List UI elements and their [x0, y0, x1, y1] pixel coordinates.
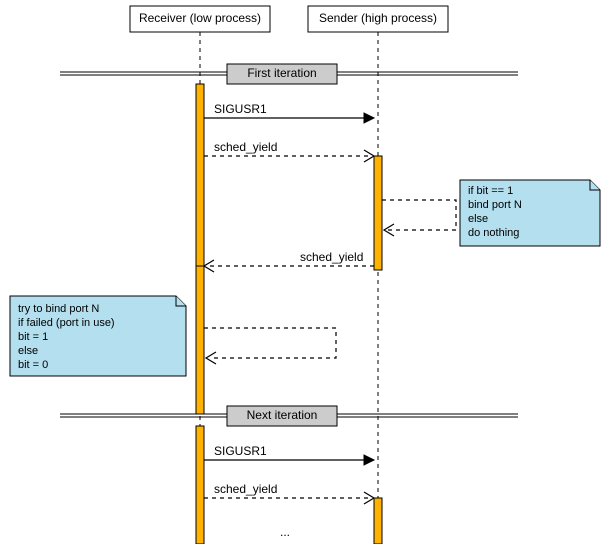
message-sched-yield-2: sched_yield: [204, 250, 374, 272]
activation-receiver-2: [196, 266, 204, 414]
self-message-receiver: [204, 328, 336, 364]
note-receiver-line-4: bit = 0: [18, 359, 48, 371]
message-sigusr1-2: SIGUSR1: [204, 444, 374, 465]
divider-next-label: Next iteration: [247, 408, 318, 422]
note-sender-line-2: else: [468, 213, 488, 225]
message-sched-yield-1-label: sched_yield: [214, 140, 277, 154]
activation-sender-2: [374, 498, 382, 544]
note-receiver: try to bind port N if failed (port in us…: [10, 296, 186, 376]
note-sender-line-3: do nothing: [468, 227, 519, 239]
message-sched-yield-3-label: sched_yield: [214, 482, 277, 496]
activation-sender-1: [374, 156, 382, 270]
note-sender-line-0: if bit == 1: [468, 185, 513, 197]
participant-sender-label: Sender (high process): [319, 11, 437, 25]
message-sigusr1-1: SIGUSR1: [204, 102, 374, 123]
self-message-sender: [382, 200, 456, 236]
message-sched-yield-3: sched_yield: [204, 482, 374, 504]
note-sender-line-1: bind port N: [468, 199, 522, 211]
note-receiver-line-3: else: [18, 345, 38, 357]
message-sigusr1-2-label: SIGUSR1: [214, 444, 267, 458]
note-receiver-line-1: if failed (port in use): [18, 317, 115, 329]
divider-next: Next iteration: [60, 406, 518, 426]
message-sigusr1-1-label: SIGUSR1: [214, 102, 267, 116]
message-sched-yield-1: sched_yield: [204, 140, 374, 162]
note-sender: if bit == 1 bind port N else do nothing: [460, 180, 600, 246]
message-sched-yield-2-label: sched_yield: [300, 250, 363, 264]
ellipsis-label: ...: [280, 525, 290, 539]
participant-receiver-label: Receiver (low process): [139, 11, 261, 25]
divider-first: First iteration: [60, 64, 518, 84]
note-receiver-line-2: bit = 1: [18, 331, 48, 343]
divider-first-label: First iteration: [247, 66, 316, 80]
sequence-diagram: Receiver (low process) Sender (high proc…: [0, 0, 614, 544]
participant-sender: Sender (high process): [308, 6, 448, 32]
participant-receiver: Receiver (low process): [130, 6, 270, 32]
activation-receiver-1: [196, 84, 204, 268]
activation-receiver-3: [196, 426, 204, 544]
note-receiver-line-0: try to bind port N: [18, 303, 99, 315]
